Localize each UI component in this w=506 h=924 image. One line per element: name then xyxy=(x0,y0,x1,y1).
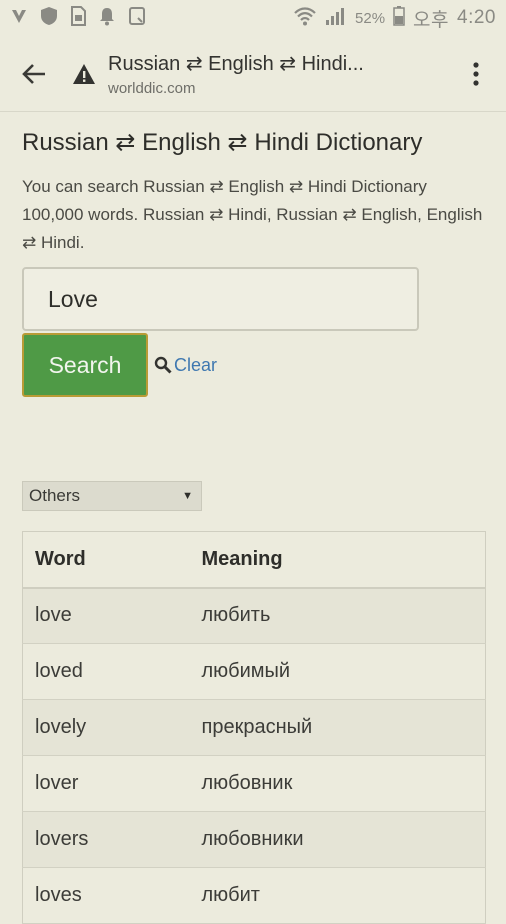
category-select[interactable]: Others ▼ xyxy=(22,481,202,511)
bell-icon xyxy=(98,6,116,31)
status-bar-system: 52% 오후 4:20 xyxy=(293,5,496,32)
meaning-cell: любить xyxy=(189,587,486,644)
category-select-value: Others xyxy=(29,486,81,505)
url-bar[interactable]: Russian ⇄ English ⇄ Hindi... worlddic.co… xyxy=(108,51,446,97)
search-button[interactable]: Search xyxy=(22,333,148,397)
meaning-cell: любовник xyxy=(189,755,486,812)
screenshot-icon xyxy=(128,6,146,31)
tab-page-title: Russian ⇄ English ⇄ Hindi... xyxy=(108,52,364,75)
page-description: You can search Russian ⇄ English ⇄ Hindi… xyxy=(22,177,483,252)
word-cell[interactable]: loved xyxy=(22,643,190,700)
word-cell[interactable]: love xyxy=(22,587,190,644)
meaning-cell: любовники xyxy=(189,811,486,868)
clear-link-label: Clear xyxy=(174,354,218,375)
column-header-meaning: Meaning xyxy=(189,531,486,589)
meaning-cell: любит xyxy=(189,867,486,924)
meaning-cell: прекрасный xyxy=(189,699,486,756)
overflow-menu-button[interactable] xyxy=(446,36,506,112)
table-row[interactable]: lovers любовники xyxy=(22,811,486,868)
page-title: Russian ⇄ English ⇄ Hindi Dictionary xyxy=(22,129,423,156)
security-warning-icon[interactable] xyxy=(68,63,100,85)
wifi-icon xyxy=(293,6,317,31)
clock: 4:20 xyxy=(457,7,496,28)
page-content: Russian ⇄ English ⇄ Hindi Dictionary You… xyxy=(22,112,486,924)
clear-link[interactable]: Clear xyxy=(154,355,217,376)
word-cell[interactable]: lovers xyxy=(22,811,190,868)
dropdown-arrow-icon: ▼ xyxy=(182,490,193,502)
table-row[interactable]: lovely прекрасный xyxy=(22,699,486,756)
table-row[interactable]: loved любимый xyxy=(22,643,486,700)
status-bar: 52% 오후 4:20 xyxy=(0,0,506,36)
table-row[interactable]: loves любит xyxy=(22,867,486,924)
more-vert-icon xyxy=(473,61,479,86)
word-cell[interactable]: loves xyxy=(22,867,190,924)
status-bar-notifications xyxy=(10,5,146,31)
table-row[interactable]: love любить xyxy=(22,587,486,644)
browser-toolbar: Russian ⇄ English ⇄ Hindi... worlddic.co… xyxy=(0,36,506,112)
word-cell[interactable]: lovely xyxy=(22,699,190,756)
results-table: Word Meaning love любить loved любимый l… xyxy=(22,531,486,924)
time-ampm: 오후 xyxy=(413,9,450,31)
battery-icon xyxy=(393,5,405,31)
url-domain: worlddic.com xyxy=(108,79,196,97)
table-row[interactable]: lover любовник xyxy=(22,755,486,812)
search-input[interactable] xyxy=(22,267,419,331)
column-header-word: Word xyxy=(22,531,190,589)
table-header-row: Word Meaning xyxy=(22,531,486,589)
search-icon xyxy=(154,356,172,374)
meaning-cell: любимый xyxy=(189,643,486,700)
vee-app-icon xyxy=(10,7,28,30)
back-button[interactable] xyxy=(0,36,68,112)
shield-icon xyxy=(40,6,58,31)
word-cell[interactable]: lover xyxy=(22,755,190,812)
battery-percent: 52% xyxy=(355,9,386,27)
search-actions: Search Clear xyxy=(22,333,486,397)
signal-icon xyxy=(325,6,347,31)
sim-card-icon xyxy=(70,5,86,31)
back-arrow-icon xyxy=(22,63,45,84)
